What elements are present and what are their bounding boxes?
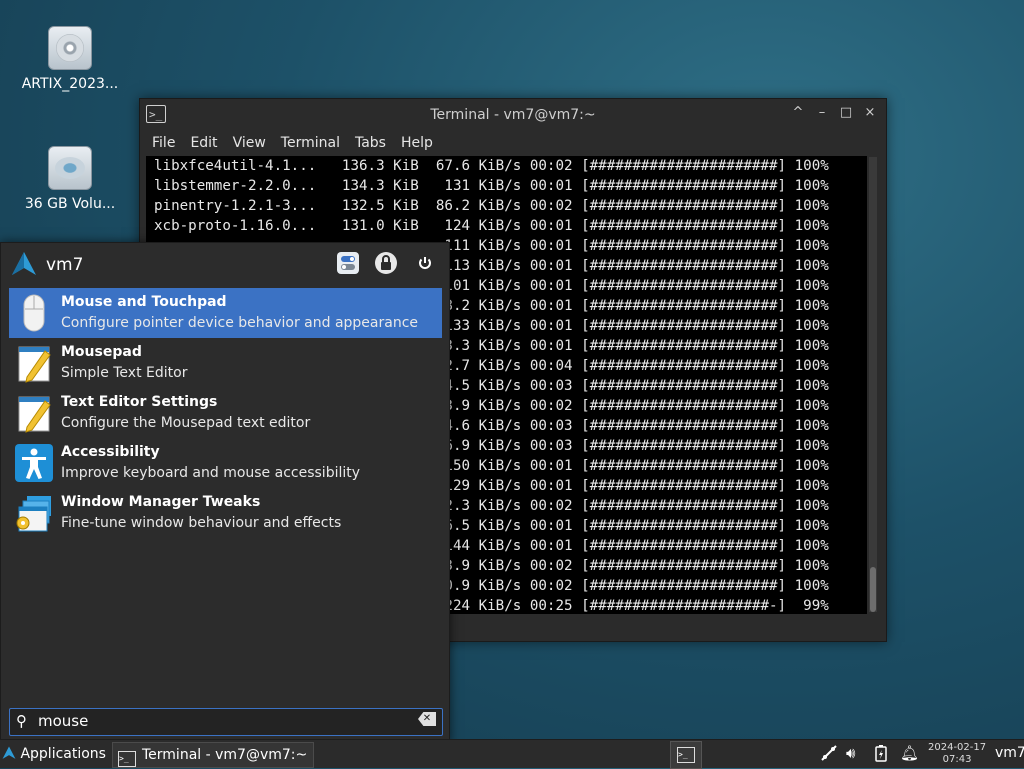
maximize-window-button[interactable]: □ xyxy=(838,105,854,120)
item-title: Mousepad xyxy=(61,344,142,360)
terminal-title: Terminal - vm7@vm7:~ xyxy=(430,107,596,123)
menu-view[interactable]: View xyxy=(233,135,266,151)
menu-item-window-manager-tweaks[interactable]: Window Manager Tweaks Fine-tune window b… xyxy=(9,488,442,538)
lock-screen-button[interactable] xyxy=(375,252,397,274)
network-icon[interactable] xyxy=(820,744,838,766)
menu-item-mouse-and-touchpad[interactable]: Mouse and Touchpad Configure pointer dev… xyxy=(9,288,442,338)
menu-edit[interactable]: Edit xyxy=(190,135,217,151)
lock-icon xyxy=(381,255,391,270)
close-window-button[interactable]: × xyxy=(862,105,878,120)
desktop-icon-volume[interactable]: 36 GB Volu... xyxy=(20,146,120,212)
desktop-icon-label: ARTIX_2023... xyxy=(21,76,119,92)
applications-menu: vm7 Mouse and Touchpad Configure pointer… xyxy=(0,242,450,744)
terminal-line: libxfce4util-4.1... 136.3 KiB 67.6 KiB/s… xyxy=(154,158,829,174)
clock[interactable]: 2024-02-17 07:43 xyxy=(928,742,986,766)
optical-disc-icon xyxy=(48,26,92,70)
minimize-window-button[interactable]: – xyxy=(814,105,830,120)
terminal-menubar: File Edit View Terminal Tabs Help xyxy=(140,131,886,155)
battery-icon[interactable] xyxy=(874,744,888,766)
applications-label: Applications xyxy=(20,746,106,762)
menu-tabs[interactable]: Tabs xyxy=(355,135,386,151)
settings-toggle-icon xyxy=(341,256,355,270)
terminal-line: pinentry-1.2.1-3... 132.5 KiB 86.2 KiB/s… xyxy=(154,198,829,214)
menu-item-accessibility[interactable]: Accessibility Improve keyboard and mouse… xyxy=(9,438,442,488)
terminal-line: xcb-proto-1.16.0... 131.0 KiB 124 KiB/s … xyxy=(154,218,829,234)
clock-time: 07:43 xyxy=(942,754,972,765)
taskbar-window-terminal[interactable]: >_ Terminal - vm7@vm7:~ xyxy=(112,742,314,768)
text-editor-icon xyxy=(18,346,51,383)
hard-drive-icon xyxy=(48,146,92,190)
search-icon: ⚲ xyxy=(16,712,27,730)
item-subtitle: Configure the Mousepad text editor xyxy=(61,415,311,431)
settings-manager-button[interactable] xyxy=(337,252,359,274)
search-input[interactable] xyxy=(38,711,408,731)
menu-item-text-editor-settings[interactable]: Text Editor Settings Configure the Mouse… xyxy=(9,388,442,438)
power-icon xyxy=(419,257,431,269)
notification-bell-icon[interactable]: 🔔︎ xyxy=(900,744,919,762)
terminal-scrollbar[interactable] xyxy=(869,157,877,612)
item-subtitle: Configure pointer device behavior and ap… xyxy=(61,315,419,331)
desktop-icon-label: 36 GB Volu... xyxy=(24,196,116,212)
taskbar-username[interactable]: vm7 xyxy=(995,745,1024,761)
item-title: Accessibility xyxy=(61,444,160,460)
log-out-button[interactable] xyxy=(414,252,436,274)
terminal-titlebar[interactable]: >_ Terminal - vm7@vm7:~ ^ – □ × xyxy=(140,99,886,131)
text-editor-settings-icon xyxy=(18,396,51,433)
task-label: Terminal - vm7@vm7:~ xyxy=(142,747,308,763)
item-title: Mouse and Touchpad xyxy=(61,294,227,310)
item-subtitle: Improve keyboard and mouse accessibility xyxy=(61,465,361,481)
shade-window-button[interactable]: ^ xyxy=(790,105,806,120)
terminal-line: libstemmer-2.2.0... 134.3 KiB 131 KiB/s … xyxy=(154,178,829,194)
workspace-switcher[interactable]: >_ xyxy=(670,741,702,769)
mouse-icon xyxy=(23,294,45,332)
terminal-icon: >_ xyxy=(677,747,695,763)
item-title: Window Manager Tweaks xyxy=(61,494,261,510)
desktop-icon-artix-disc[interactable]: ARTIX_2023... xyxy=(20,26,120,92)
menu-search-box[interactable]: ⚲ ✕ xyxy=(9,708,443,736)
scrollbar-thumb[interactable] xyxy=(870,567,876,612)
menu-header: vm7 xyxy=(1,243,449,287)
artix-logo-icon xyxy=(2,746,16,759)
menu-item-mousepad[interactable]: Mousepad Simple Text Editor xyxy=(9,338,442,388)
applications-menu-button[interactable]: Applications xyxy=(2,744,106,764)
volume-icon[interactable]: 🔊︎ xyxy=(846,744,855,762)
menu-terminal[interactable]: Terminal xyxy=(281,135,340,151)
taskbar: Applications >_ Terminal - vm7@vm7:~ >_ 🔊… xyxy=(0,739,1024,769)
accessibility-icon xyxy=(15,444,53,482)
window-tweaks-icon xyxy=(16,496,51,532)
terminal-icon: >_ xyxy=(118,751,136,767)
menu-file[interactable]: File xyxy=(152,135,175,151)
clock-date: 2024-02-17 xyxy=(928,742,987,753)
clear-search-icon[interactable]: ✕ xyxy=(418,712,436,726)
item-title: Text Editor Settings xyxy=(61,394,218,410)
item-subtitle: Simple Text Editor xyxy=(61,365,188,381)
item-subtitle: Fine-tune window behaviour and effects xyxy=(61,515,342,531)
menu-username: vm7 xyxy=(46,255,84,275)
artix-logo-icon xyxy=(12,252,36,275)
menu-help[interactable]: Help xyxy=(401,135,433,151)
